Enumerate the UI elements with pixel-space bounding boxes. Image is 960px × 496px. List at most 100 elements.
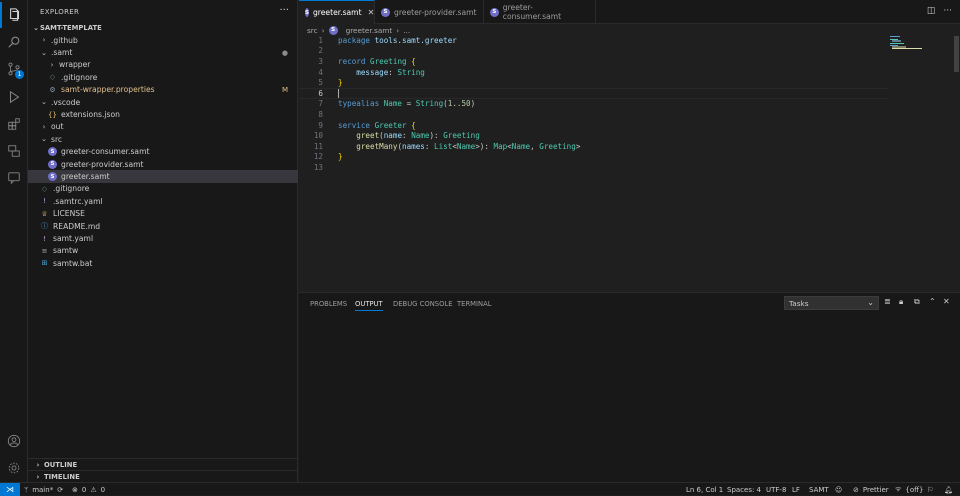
- breadcrumb-folder[interactable]: src: [307, 26, 318, 35]
- tree-folder[interactable]: › wrapper: [28, 59, 298, 71]
- code-line[interactable]: 7 typealias Name = String(1..50): [299, 99, 889, 110]
- changes-dot: ●: [281, 48, 288, 57]
- minimap[interactable]: [890, 36, 922, 50]
- tree-file[interactable]: ! samt.yaml: [28, 232, 298, 244]
- tab-debug-console[interactable]: DEBUG CONSOLE: [393, 297, 453, 311]
- indentation[interactable]: Spaces: 4: [727, 483, 761, 496]
- workspace-root[interactable]: ⌄ SAMT-TEMPLATE: [28, 22, 298, 34]
- tab-output[interactable]: OUTPUT: [355, 297, 383, 311]
- tree-item-label: samt-wrapper.properties: [61, 85, 155, 95]
- outline-section[interactable]: › OUTLINE: [28, 458, 298, 470]
- tree-file[interactable]: ◇ .gitignore: [28, 71, 298, 83]
- tree-item-label: extensions.json: [61, 110, 120, 120]
- tab-greeter-samt[interactable]: S greeter.samt ✕: [299, 0, 375, 24]
- line-number: 4: [318, 67, 323, 77]
- problems-indicator[interactable]: ⊗ 0 ⚠ 0: [72, 483, 105, 496]
- branch-indicator[interactable]: ᛘ main* ⟳: [24, 483, 63, 496]
- samt-file-icon: S: [490, 7, 499, 17]
- code-line[interactable]: 9 service Greeter {: [299, 120, 889, 131]
- source-control-icon[interactable]: 1: [0, 56, 28, 82]
- output-channel-select[interactable]: Tasks ⌄: [784, 296, 879, 310]
- tab-terminal[interactable]: TERMINAL: [457, 297, 492, 311]
- tree-file[interactable]: Sgreeter.samt: [28, 170, 298, 183]
- tree-folder[interactable]: ⌄ src: [28, 133, 298, 145]
- code-line[interactable]: 6: [299, 88, 889, 99]
- code-line[interactable]: 3 record Greeting {: [299, 56, 889, 67]
- broadcast-status[interactable]: ᯤ {off}: [895, 483, 923, 496]
- close-icon[interactable]: ✕: [368, 8, 375, 17]
- tree-file[interactable]: ♕ LICENSE: [28, 208, 298, 220]
- code-line[interactable]: 5}: [299, 77, 889, 88]
- lock-scroll-icon[interactable]: 🔒︎: [899, 297, 903, 307]
- end-of-line[interactable]: LF: [792, 483, 800, 496]
- tree-folder[interactable]: › out: [28, 121, 298, 133]
- account-icon[interactable]: [0, 428, 28, 454]
- gitignore-icon: ◇: [41, 184, 48, 193]
- language-mode[interactable]: SAMT: [809, 483, 829, 496]
- code-line[interactable]: 4 message: String: [299, 67, 889, 78]
- remote-indicator-icon[interactable]: ⋊: [0, 482, 20, 496]
- tree-folder[interactable]: › .github: [28, 34, 298, 46]
- source-control-badge: 1: [15, 70, 24, 79]
- run-debug-icon[interactable]: [0, 84, 28, 110]
- tree-file[interactable]: ≡ samtw: [28, 245, 298, 257]
- manage-gear-icon[interactable]: [0, 455, 28, 481]
- extensions-icon[interactable]: [0, 111, 28, 137]
- feedback-icon[interactable]: ⚐: [927, 483, 933, 496]
- tree-file[interactable]: ⊞ samtw.bat: [28, 257, 298, 269]
- code-line[interactable]: 12}: [299, 152, 889, 163]
- editor-scrollbar[interactable]: [952, 36, 960, 176]
- tab-greeter-consumer[interactable]: S greeter-consumer.samt: [484, 0, 596, 24]
- tree-folder[interactable]: ⌄ .samt ●: [28, 46, 298, 58]
- tree-file[interactable]: {} extensions.json: [28, 108, 298, 120]
- sync-icon[interactable]: ⟳: [57, 486, 63, 494]
- code-line[interactable]: 13: [299, 162, 889, 173]
- maximize-panel-icon[interactable]: ⌃: [929, 297, 936, 306]
- split-editor-icon[interactable]: ◫: [927, 6, 936, 16]
- chat-icon[interactable]: [0, 165, 28, 191]
- more-actions-icon[interactable]: ···: [943, 6, 952, 16]
- tree-item-label: wrapper: [59, 60, 91, 70]
- code-line[interactable]: 10 greet(name: Name): Greeting: [299, 130, 889, 141]
- tree-file[interactable]: ⓘ README.md: [28, 220, 298, 232]
- editor-actions: ◫ ···: [927, 6, 952, 16]
- explorer-icon[interactable]: [0, 2, 28, 28]
- tree-file[interactable]: Sgreeter-consumer.samt: [28, 146, 298, 158]
- tree-item-label: samtw: [53, 246, 79, 256]
- tree-folder[interactable]: ⌄ .vscode: [28, 96, 298, 108]
- broadcast-icon: ᯤ: [895, 485, 902, 493]
- code-line[interactable]: 8: [299, 109, 889, 120]
- cursor-position[interactable]: Ln 6, Col 1: [686, 483, 723, 496]
- encoding[interactable]: UTF-8: [766, 483, 786, 496]
- code-text: greet(name: Name): Greeting: [338, 131, 480, 141]
- license-icon: ♕: [41, 209, 48, 218]
- tree-file[interactable]: ◇ .gitignore: [28, 183, 298, 195]
- prettier-status[interactable]: ⊘ Prettier: [853, 483, 889, 496]
- tree-file[interactable]: Sgreeter-provider.samt: [28, 158, 298, 170]
- chevron-right-icon: ›: [50, 60, 54, 69]
- search-icon[interactable]: [0, 29, 28, 55]
- code-line[interactable]: 2: [299, 46, 889, 57]
- copilot-icon[interactable]: ☺: [835, 483, 842, 496]
- close-panel-icon[interactable]: ✕: [943, 297, 950, 306]
- code-text: greetMany(names: List<Name>): Map<Name, …: [338, 141, 581, 151]
- open-in-editor-icon[interactable]: ⧉: [914, 297, 920, 307]
- breadcrumb-symbols[interactable]: ...: [403, 26, 410, 35]
- modified-badge: M: [281, 85, 288, 94]
- code-line[interactable]: 11 greetMany(names: List<Name>): Map<Nam…: [299, 141, 889, 152]
- notifications-bell-icon[interactable]: 🔔︎: [944, 483, 953, 496]
- tree-item-label: .samt: [51, 48, 73, 58]
- tab-greeter-provider[interactable]: S greeter-provider.samt: [375, 0, 484, 24]
- more-actions-icon[interactable]: ···: [279, 5, 289, 16]
- tree-file[interactable]: ⚙ samt-wrapper.properties M: [28, 84, 298, 96]
- chevron-right-icon: ›: [396, 25, 400, 35]
- tab-problems[interactable]: PROBLEMS: [310, 297, 347, 311]
- timeline-section[interactable]: › TIMELINE: [28, 470, 298, 482]
- error-icon: ⊗: [72, 485, 78, 494]
- tree-item-label: greeter.samt: [61, 172, 110, 182]
- breadcrumb-file[interactable]: greeter.samt: [346, 26, 393, 35]
- remote-explorer-icon[interactable]: [0, 138, 28, 164]
- clear-output-icon[interactable]: ≣: [884, 297, 891, 306]
- code-line[interactable]: 1 package tools.samt.greeter: [299, 35, 889, 46]
- tree-file[interactable]: ! .samtrc.yaml: [28, 195, 298, 207]
